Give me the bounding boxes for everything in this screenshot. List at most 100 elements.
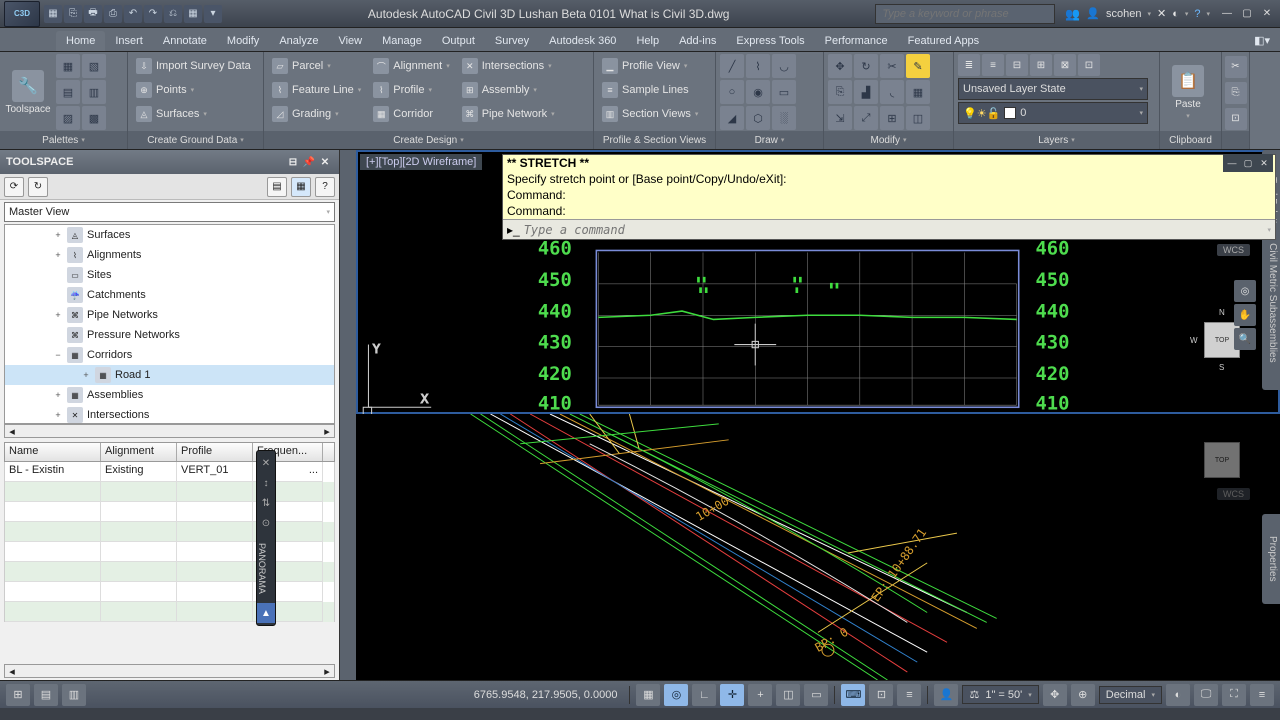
tab-performance[interactable]: Performance (815, 31, 898, 51)
sb-btn[interactable]: ✥ (1043, 684, 1067, 706)
palette-btn[interactable]: ▧ (82, 54, 106, 78)
refresh-icon[interactable]: ↻ (28, 177, 48, 197)
copy-icon[interactable]: ⎘ (828, 80, 852, 104)
grading-button[interactable]: ◿Grading▾ (268, 102, 365, 126)
palette-btn[interactable]: ▦ (56, 54, 80, 78)
zoom-icon[interactable]: 🔍 (1234, 328, 1256, 350)
layer-btn[interactable]: ⊡ (1078, 54, 1100, 76)
panel-label[interactable]: Create Design▾ (264, 131, 593, 149)
stay-connected-icon[interactable]: ◐ (1172, 8, 1179, 20)
grid-row[interactable] (4, 602, 335, 622)
sb-btn[interactable]: ▤ (34, 684, 58, 706)
snap-toggle[interactable]: ◎ (664, 684, 688, 706)
panorama-strip[interactable]: ✕ ↕ ⇅ ⊙ PANORAMA ▲ (256, 450, 276, 626)
highlight-icon[interactable]: ✎ (906, 54, 930, 78)
cut-icon[interactable]: ✂ (1225, 56, 1247, 78)
qat-open-icon[interactable]: ⎘ (64, 5, 82, 23)
ortho-toggle[interactable]: ∟ (692, 684, 716, 706)
scale-icon[interactable]: ⤢ (854, 106, 878, 130)
sb-btn[interactable]: ▥ (62, 684, 86, 706)
palette-close-icon[interactable]: ✕ (257, 453, 275, 473)
tree-item[interactable]: +✕Intersections (5, 405, 334, 424)
a360-icon[interactable]: 👥 (1065, 7, 1080, 21)
palette-btn[interactable]: ▨ (56, 106, 80, 130)
palette-btn[interactable]: ▥ (82, 80, 106, 104)
customize-icon[interactable]: ≡ (1250, 684, 1274, 706)
toolspace-button[interactable]: 🔧 Toolspace (4, 54, 52, 131)
tab-output[interactable]: Output (432, 31, 485, 51)
anno-scale-combo[interactable]: ⚖1" = 50'▾ (962, 685, 1038, 704)
sb-toggle[interactable]: ◫ (776, 684, 800, 706)
cmd-prompt-icon[interactable]: ▸_ (507, 223, 520, 237)
layer-current-combo[interactable]: 💡 ☀ 🔓 0▾ (958, 102, 1148, 124)
panel-label[interactable]: Draw▾ (716, 131, 823, 149)
help-icon[interactable]: ? (1194, 8, 1200, 20)
rotate-icon[interactable]: ↻ (854, 54, 878, 78)
tab-manage[interactable]: Manage (372, 31, 432, 51)
scroll-right-icon[interactable]: ▸ (320, 665, 334, 678)
fullscreen-icon[interactable]: ⛶ (1222, 684, 1246, 706)
profileview-button[interactable]: ▁Profile View▾ (598, 54, 702, 78)
tree-item[interactable]: ▭Sites (5, 265, 334, 285)
arc-icon[interactable]: ◡ (772, 54, 796, 78)
expand-icon[interactable]: + (53, 230, 63, 240)
circle-icon[interactable]: ○ (720, 80, 744, 104)
tab-analyze[interactable]: Analyze (269, 31, 328, 51)
prospector-tree[interactable]: +◬Surfaces+⌇Alignments▭Sites☔Catchments+… (4, 224, 335, 424)
tree-item[interactable]: ⌘Pressure Networks (5, 325, 334, 345)
pin-icon[interactable]: 📌 (301, 154, 317, 170)
pipenetwork-button[interactable]: ⌘Pipe Network▾ (458, 102, 559, 126)
col-name[interactable]: Name (5, 443, 101, 461)
alignment-button[interactable]: ⌒Alignment▾ (369, 54, 453, 78)
grid-row[interactable] (4, 482, 335, 502)
scroll-left-icon[interactable]: ◂ (5, 665, 19, 678)
sb-btn[interactable]: 🖵 (1194, 684, 1218, 706)
tab-view[interactable]: View (328, 31, 372, 51)
layer-btn[interactable]: ≡ (982, 54, 1004, 76)
qat-new-icon[interactable]: ▦ (44, 5, 62, 23)
ts-btn[interactable]: ▤ (267, 177, 287, 197)
user-icon[interactable]: 👤 (1086, 7, 1100, 20)
restore-icon[interactable]: ▢ (1238, 6, 1256, 22)
grid-row[interactable] (4, 542, 335, 562)
view-cube[interactable]: TOP (1192, 430, 1252, 490)
tree-item[interactable]: −▦Corridors (5, 345, 334, 365)
tree-item[interactable]: ☔Catchments (5, 285, 334, 305)
surfaces-button[interactable]: ◬Surfaces▾ (132, 102, 255, 126)
panel-label[interactable]: Create Ground Data▾ (128, 131, 263, 149)
close-icon[interactable]: ✕ (317, 154, 333, 170)
draw-icon[interactable]: ░ (772, 106, 796, 130)
stretch-icon[interactable]: ⇲ (828, 106, 852, 130)
intersections-button[interactable]: ✕Intersections▾ (458, 54, 559, 78)
view-filter-combo[interactable]: Master View▾ (4, 202, 335, 222)
tree-item[interactable]: +▦Road 1 (5, 365, 334, 385)
modify-icon[interactable]: ▦ (906, 80, 930, 104)
wcs-label[interactable]: WCS (1217, 488, 1250, 500)
tab-home[interactable]: Home (56, 31, 105, 51)
tab-featured[interactable]: Featured Apps (898, 31, 990, 51)
panel-label[interactable]: Modify▾ (824, 131, 953, 149)
tab-addins[interactable]: Add-ins (669, 31, 726, 51)
lineweight-toggle[interactable]: ≡ (897, 684, 921, 706)
import-survey-button[interactable]: ⇩Import Survey Data (132, 54, 255, 78)
osnap-toggle[interactable]: + (748, 684, 772, 706)
layer-btn[interactable]: ⊟ (1006, 54, 1028, 76)
tab-autodesk360[interactable]: Autodesk 360 (539, 31, 626, 51)
pan-icon[interactable]: ✋ (1234, 304, 1256, 326)
cmd-min-icon[interactable]: — (1225, 156, 1239, 170)
tab-survey[interactable]: Survey (485, 31, 539, 51)
expand-icon[interactable]: + (53, 410, 63, 420)
parcel-button[interactable]: ▱Parcel▾ (268, 54, 365, 78)
cmd-max-icon[interactable]: ▢ (1241, 156, 1255, 170)
profile-button[interactable]: ⌇Profile▾ (369, 78, 453, 102)
qat-redo-icon[interactable]: ↷ (144, 5, 162, 23)
modify-icon[interactable]: ◫ (906, 106, 930, 130)
grid-row[interactable] (4, 522, 335, 542)
grid-row[interactable] (4, 502, 335, 522)
expand-icon[interactable]: + (53, 250, 63, 260)
sb-btn[interactable]: ⊞ (6, 684, 30, 706)
qat-print-icon[interactable]: ⎙ (104, 5, 122, 23)
units-combo[interactable]: Decimal▾ (1099, 686, 1162, 704)
paste-button[interactable]: 📋 Paste▾ (1164, 54, 1212, 131)
tab-modify[interactable]: Modify (217, 31, 269, 51)
